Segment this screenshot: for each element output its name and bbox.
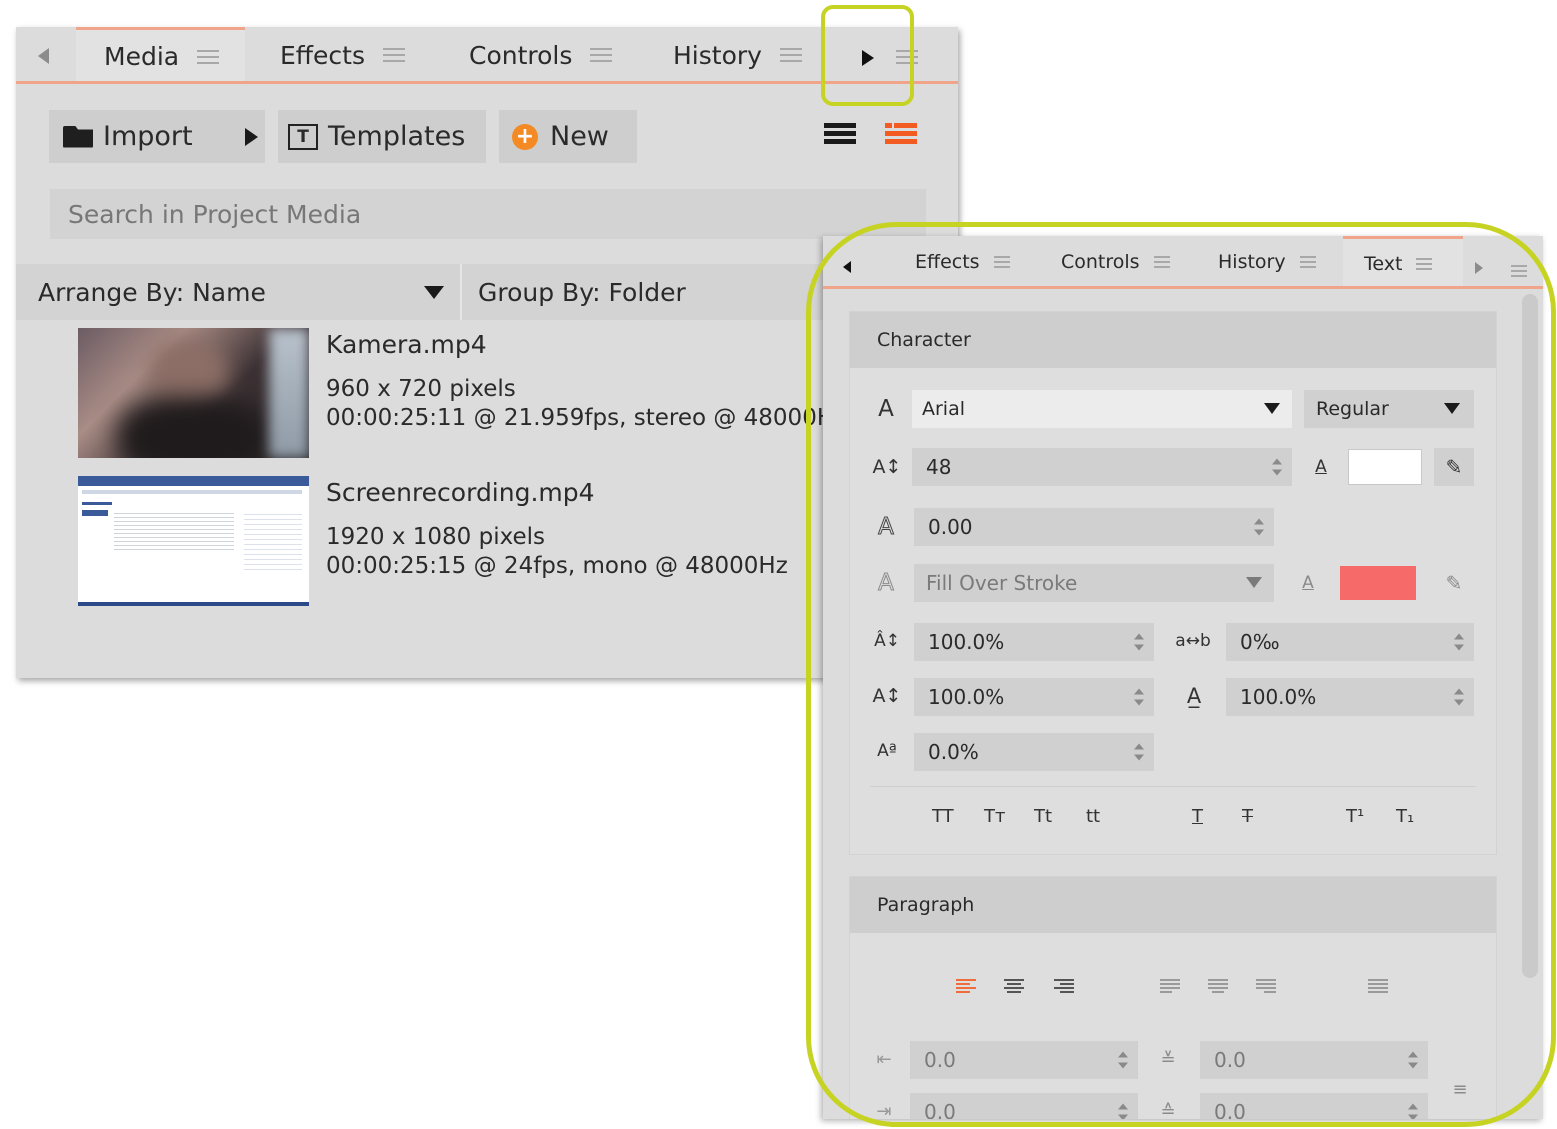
new-label: New: [550, 121, 609, 152]
templates-label: Templates: [328, 121, 466, 152]
highlight-box: [821, 5, 914, 106]
video-thumbnail: [78, 328, 309, 458]
tab-media-label: Media: [104, 42, 180, 71]
tab-menu-icon[interactable]: [779, 48, 802, 62]
tab-controls[interactable]: Controls: [469, 27, 613, 83]
tab-effects[interactable]: Effects: [280, 27, 405, 83]
tab-effects-label: Effects: [280, 40, 365, 70]
highlight-box: [806, 222, 1556, 1127]
new-button[interactable]: + New: [499, 110, 637, 163]
templates-icon: T: [288, 123, 318, 150]
media-item-details: 00:00:25:15 @ 24fps, mono @ 48000Hz: [326, 553, 788, 579]
tab-menu-icon[interactable]: [382, 48, 405, 62]
tab-history-label: History: [673, 40, 762, 70]
media-item-name: Screenrecording.mp4: [326, 478, 595, 507]
search-placeholder: Search in Project Media: [68, 199, 362, 229]
detail-view-icon[interactable]: [885, 123, 917, 149]
divider: [460, 264, 462, 320]
plus-circle-icon: +: [512, 123, 538, 150]
search-input[interactable]: Search in Project Media: [50, 189, 926, 239]
import-label: Import: [103, 121, 193, 152]
tab-history[interactable]: History: [673, 27, 802, 83]
tab-scroll-left-icon[interactable]: [38, 48, 49, 64]
media-item[interactable]: Kamera.mp4 960 x 720 pixels 00:00:25:11 …: [78, 328, 878, 460]
media-item-dimensions: 1920 x 1080 pixels: [326, 524, 546, 550]
chevron-down-icon: [424, 286, 444, 299]
tab-bar: Media Effects Controls History: [16, 27, 958, 84]
templates-button[interactable]: T Templates: [278, 110, 486, 163]
group-by-label: Group By: Folder: [478, 277, 686, 307]
import-button[interactable]: Import: [49, 110, 265, 163]
media-item[interactable]: Screenrecording.mp4 1920 x 1080 pixels 0…: [78, 476, 878, 608]
tab-menu-icon[interactable]: [197, 49, 220, 64]
tab-underline: [16, 81, 958, 84]
tab-menu-icon[interactable]: [590, 48, 613, 62]
media-item-name: Kamera.mp4: [326, 330, 487, 359]
list-view-icon[interactable]: [824, 123, 856, 149]
arrange-by-label: Arrange By: Name: [38, 277, 266, 307]
arrange-by-dropdown[interactable]: Arrange By: Name: [16, 264, 460, 320]
media-item-dimensions: 960 x 720 pixels: [326, 376, 516, 402]
tab-media[interactable]: Media: [76, 27, 245, 83]
folder-icon: [63, 125, 93, 148]
media-item-details: 00:00:25:11 @ 21.959fps, stereo @ 48000H…: [326, 405, 847, 431]
import-arrow-icon[interactable]: [244, 127, 258, 146]
group-by-dropdown[interactable]: Group By: Folder: [478, 264, 686, 320]
tab-controls-label: Controls: [469, 40, 573, 70]
screen-thumbnail: [78, 476, 309, 606]
